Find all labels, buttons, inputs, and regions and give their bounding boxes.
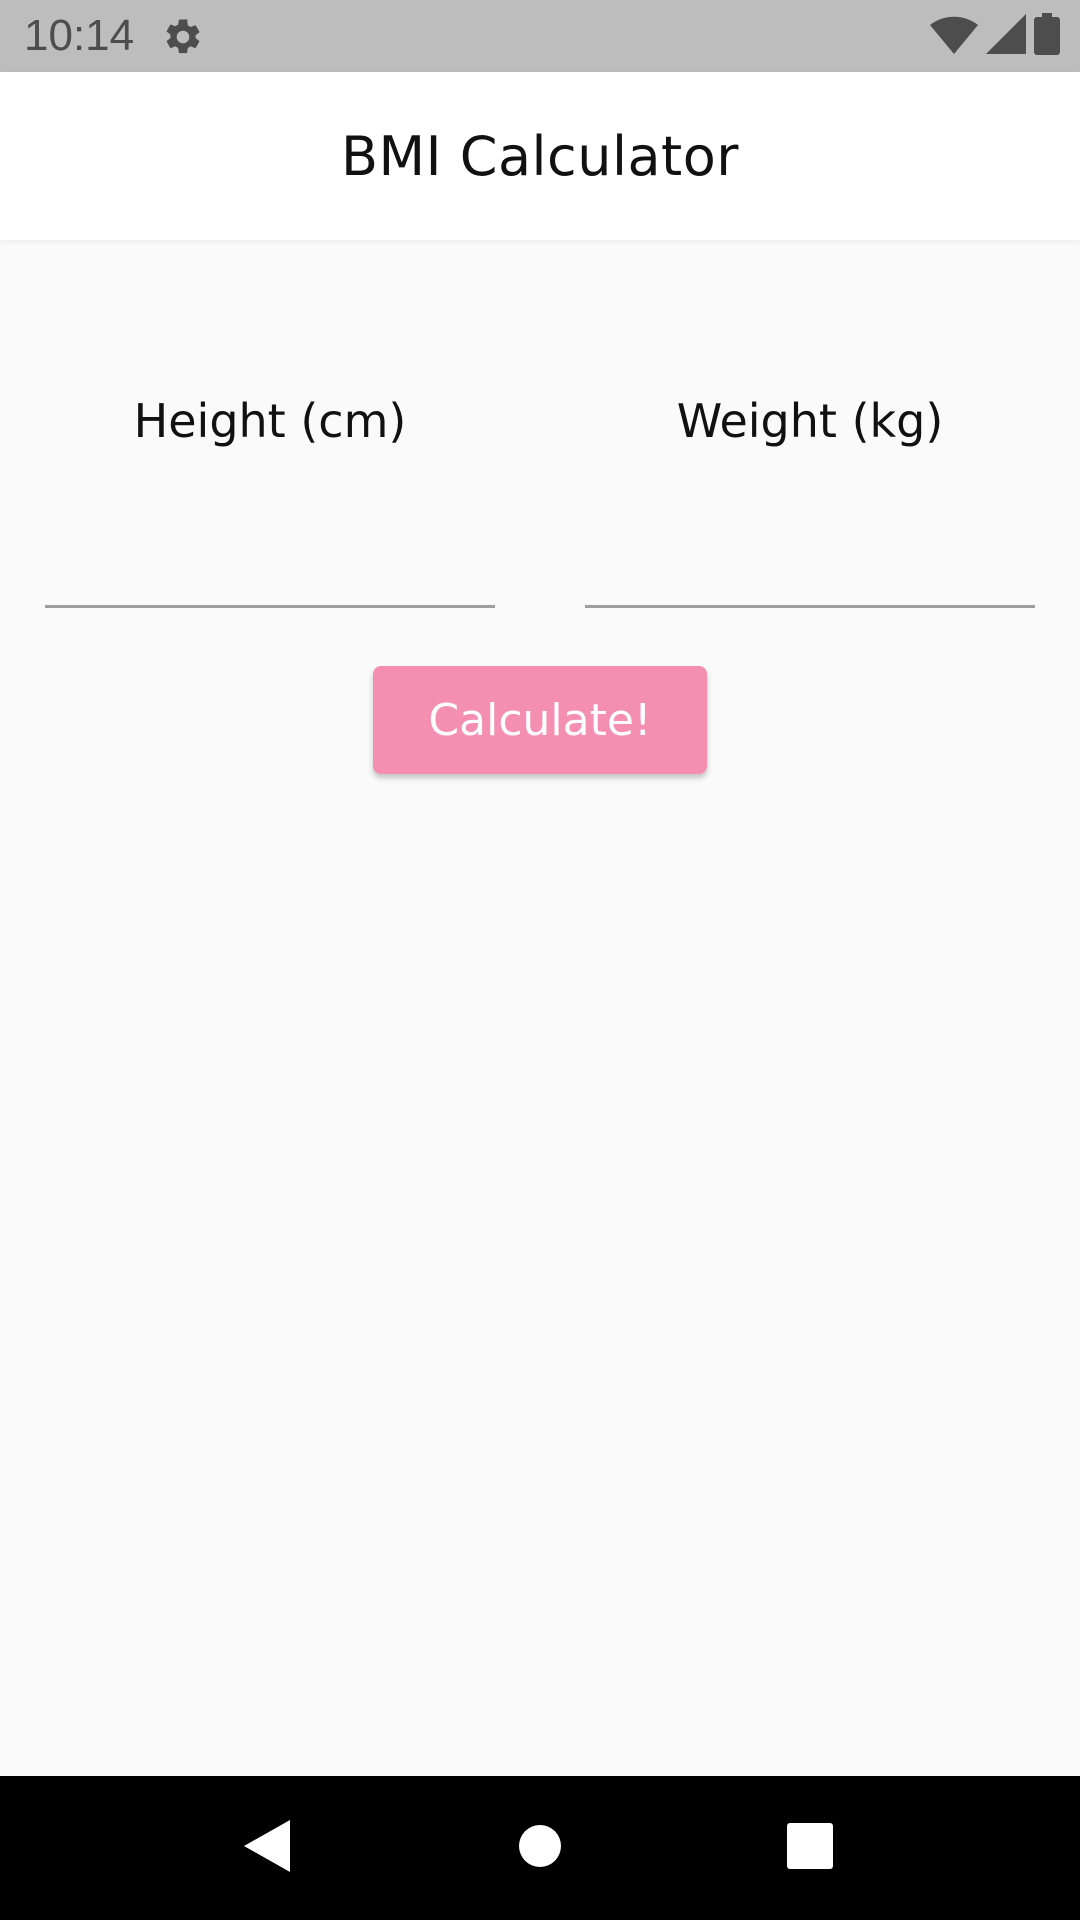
battery-icon <box>1034 13 1060 59</box>
wifi-icon <box>930 12 978 60</box>
status-icons <box>930 12 1060 60</box>
recents-icon <box>787 1823 833 1873</box>
settings-gear-icon <box>162 16 204 58</box>
status-bar: 10:14 <box>0 0 1080 72</box>
height-label: Height (cm) <box>133 394 407 448</box>
page-title: BMI Calculator <box>341 124 739 188</box>
back-icon <box>244 1820 290 1876</box>
screen: 10:14 BMI Calculator Height (cm) Weight … <box>0 0 1080 1920</box>
height-field-group: Height (cm) <box>45 385 495 608</box>
weight-input[interactable] <box>585 552 1035 608</box>
system-nav-bar <box>0 1776 1080 1920</box>
status-time: 10:14 <box>24 11 135 60</box>
weight-field-group: Weight (kg) <box>585 385 1035 608</box>
recents-button[interactable] <box>738 1776 882 1920</box>
home-icon <box>518 1824 562 1872</box>
cell-signal-icon <box>986 14 1026 58</box>
back-button[interactable] <box>195 1776 339 1920</box>
app-bar: BMI Calculator <box>0 72 1080 240</box>
height-input[interactable] <box>45 552 495 608</box>
calculate-button[interactable]: Calculate! <box>373 666 707 774</box>
weight-label: Weight (kg) <box>676 394 944 448</box>
home-button[interactable] <box>468 1776 612 1920</box>
